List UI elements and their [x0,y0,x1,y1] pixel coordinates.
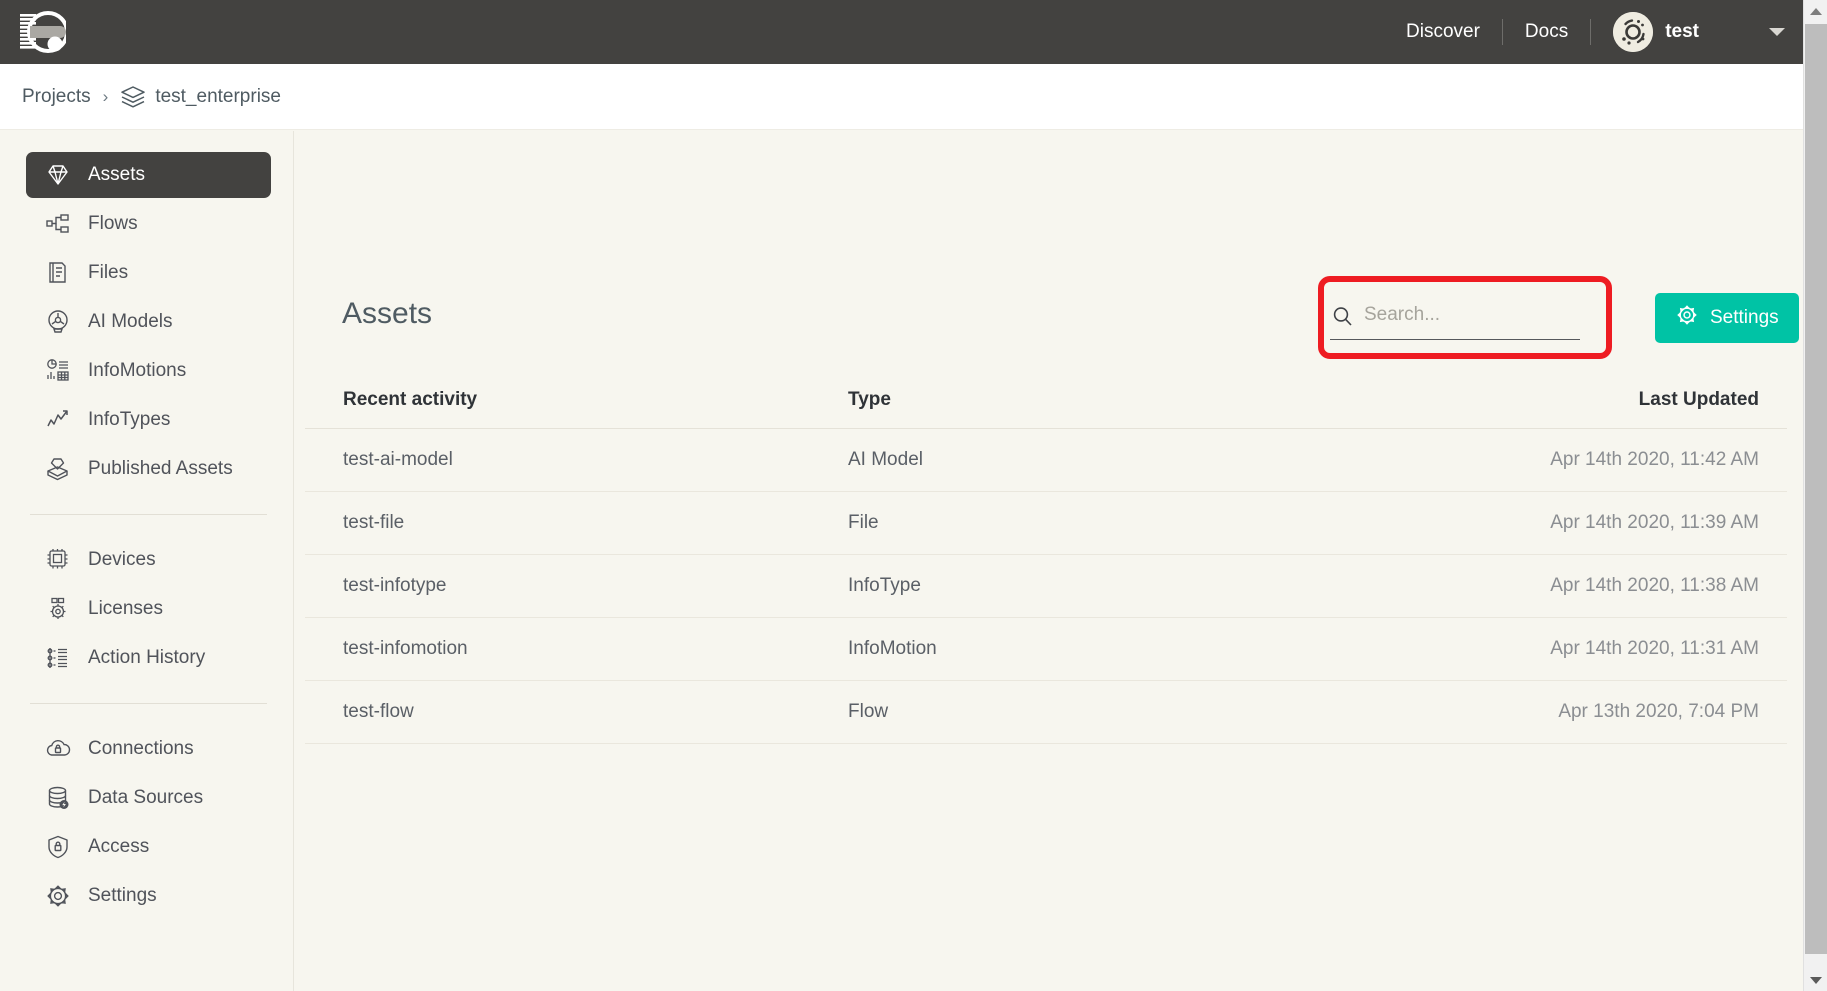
sidebar-item-label: Assets [88,164,146,185]
sidebar-item-label: Licenses [88,598,163,619]
table-row[interactable]: test-infotype InfoType Apr 14th 2020, 11… [305,555,1787,618]
sidebar-item-ai-models[interactable]: AI Models [26,299,271,345]
settings-button-label: Settings [1710,307,1779,328]
breadcrumb: Projects › test_enterprise [0,64,1803,130]
user-name-label[interactable]: test [1665,21,1699,43]
table-row[interactable]: test-infomotion InfoMotion Apr 14th 2020… [305,618,1787,681]
sidebar-item-label: InfoTypes [88,409,171,430]
tibco-logo-icon[interactable] [18,10,69,54]
cell-last-updated: Apr 13th 2020, 7:04 PM [1558,701,1759,722]
sidebar-item-label: Devices [88,549,156,570]
cell-last-updated: Apr 14th 2020, 11:38 AM [1550,575,1759,596]
chevron-down-icon[interactable] [1769,28,1785,36]
settings-button[interactable]: Settings [1655,293,1799,343]
sidebar-item-label: Files [88,262,129,283]
sidebar-item-label: Settings [88,885,157,906]
sidebar-item-label: InfoMotions [88,360,187,381]
cell-asset-type: Flow [848,701,889,722]
sidebar-item-label: Connections [88,738,194,759]
sidebar-item-label: AI Models [88,311,173,332]
cell-last-updated: Apr 14th 2020, 11:39 AM [1550,512,1759,533]
sidebar-item-label: Published Assets [88,458,233,479]
page-scrollbar[interactable] [1803,0,1827,991]
top-navigation-bar: Discover Docs test [0,0,1803,64]
sidebar-item-action-history[interactable]: Action History [26,635,271,681]
cell-asset-type: AI Model [848,449,923,470]
cell-asset-type: InfoType [848,575,921,596]
sidebar-item-files[interactable]: Files [26,250,271,296]
table-row[interactable]: test-file File Apr 14th 2020, 11:39 AM [305,492,1787,555]
breadcrumb-separator: › [102,86,109,106]
column-header-type[interactable]: Type [848,389,1408,411]
table-header-row: Recent activity Type Last Updated [305,371,1787,429]
cell-asset-type: File [848,512,879,533]
gear-icon [44,882,72,910]
sidebar-item-devices[interactable]: Devices [26,537,271,583]
sidebar-item-label: Data Sources [88,787,204,808]
sidebar: Assets Flows Files AI Models InfoMotions… [0,131,294,991]
search-icon [1330,304,1356,330]
gear-icon [1675,303,1699,333]
breadcrumb-project-name[interactable]: test_enterprise [155,86,281,108]
nav-link-docs[interactable]: Docs [1503,21,1590,43]
diamond-icon [44,161,72,189]
database-icon [44,784,72,812]
sidebar-item-label: Access [88,836,150,857]
main-content: Assets Settings Recent activity Type [295,131,1803,991]
page-title: Assets [342,297,433,330]
history-list-icon [44,644,72,672]
sidebar-item-label: Flows [88,213,138,234]
scrollbar-thumb[interactable] [1805,24,1827,954]
scroll-down-arrow-icon[interactable] [1804,969,1827,991]
shield-lock-icon [44,833,72,861]
cell-asset-name[interactable]: test-flow [343,701,848,723]
line-graph-icon [44,406,72,434]
nav-divider [1590,19,1592,45]
user-avatar-icon[interactable] [1613,12,1654,52]
ai-model-icon [44,308,72,336]
nav-link-discover[interactable]: Discover [1384,21,1502,43]
top-nav-links: Discover Docs test [1384,12,1803,52]
cell-last-updated: Apr 14th 2020, 11:42 AM [1550,449,1759,470]
cell-asset-name[interactable]: test-infomotion [343,638,848,660]
published-box-icon [44,455,72,483]
sidebar-item-flows[interactable]: Flows [26,201,271,247]
column-header-recent-activity[interactable]: Recent activity [343,389,848,411]
sidebar-item-licenses[interactable]: Licenses [26,586,271,632]
charts-icon [44,357,72,385]
cell-asset-name[interactable]: test-ai-model [343,449,848,471]
table-row[interactable]: test-ai-model AI Model Apr 14th 2020, 11… [305,429,1787,492]
assets-table: Recent activity Type Last Updated test-a… [305,371,1787,744]
cell-last-updated: Apr 14th 2020, 11:31 AM [1550,638,1759,659]
scroll-up-arrow-icon[interactable] [1804,0,1827,22]
sidebar-item-label: Action History [88,647,206,668]
sidebar-divider [30,514,267,515]
column-header-last-updated[interactable]: Last Updated [1408,389,1759,411]
search-input[interactable] [1364,303,1609,330]
sidebar-item-data-sources[interactable]: Data Sources [26,775,271,821]
sidebar-item-access[interactable]: Access [26,824,271,870]
flow-nodes-icon [44,210,72,238]
file-stack-icon [44,259,72,287]
license-gear-icon [44,595,72,623]
cell-asset-name[interactable]: test-file [343,512,848,534]
sidebar-item-infotypes[interactable]: InfoTypes [26,397,271,443]
table-row[interactable]: test-flow Flow Apr 13th 2020, 7:04 PM [305,681,1787,744]
cell-asset-type: InfoMotion [848,638,937,659]
cloud-lock-icon [44,735,72,763]
cell-asset-name[interactable]: test-infotype [343,575,848,597]
device-chip-icon [44,546,72,574]
sidebar-item-published-assets[interactable]: Published Assets [26,446,271,492]
sidebar-item-infomotions[interactable]: InfoMotions [26,348,271,394]
sidebar-item-settings[interactable]: Settings [26,873,271,919]
sidebar-divider [30,703,267,704]
sidebar-item-assets[interactable]: Assets [26,152,271,198]
breadcrumb-projects-link[interactable]: Projects [22,86,91,108]
search-field[interactable] [1330,294,1609,340]
layers-icon [120,84,146,110]
sidebar-item-connections[interactable]: Connections [26,726,271,772]
